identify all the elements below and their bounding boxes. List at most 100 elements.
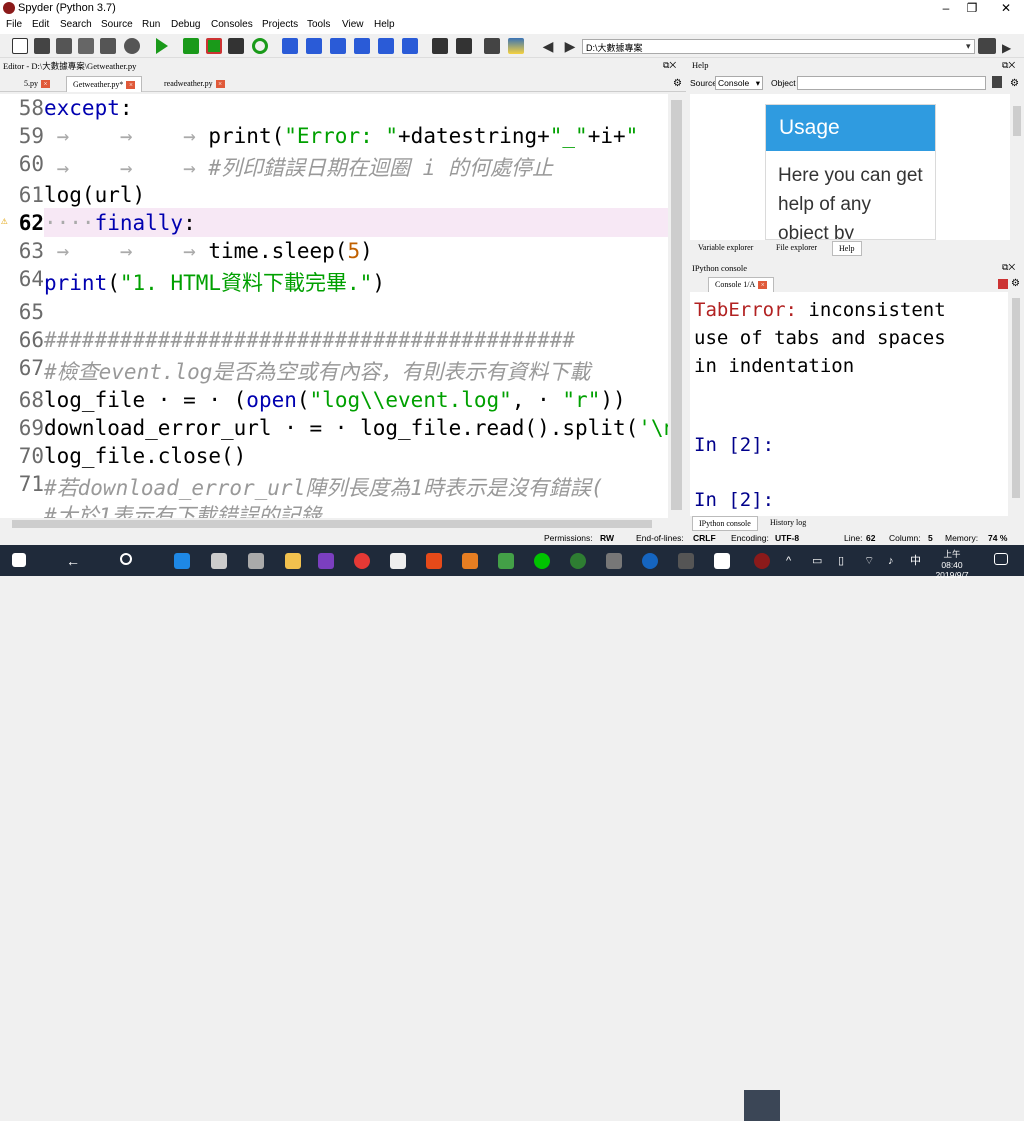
code-editor[interactable]: 58 except: 59 → → → print("Error: "+date… bbox=[0, 94, 668, 518]
open-file-icon[interactable] bbox=[34, 38, 50, 54]
source-select[interactable]: Console ▾ bbox=[715, 76, 763, 90]
tab-getweather-py[interactable]: Getweather.py* × bbox=[66, 76, 143, 92]
fullscreen-icon[interactable] bbox=[456, 38, 472, 54]
continue-icon[interactable] bbox=[378, 38, 394, 54]
undock-icon[interactable]: ⧉✕ bbox=[663, 60, 676, 71]
file-explorer-icon[interactable] bbox=[285, 553, 301, 569]
forward-arrow-icon[interactable]: ▶ bbox=[562, 38, 578, 54]
step-return-icon[interactable] bbox=[354, 38, 370, 54]
app-icon[interactable] bbox=[606, 553, 622, 569]
menu-source[interactable]: Source bbox=[101, 19, 133, 30]
tab-5-py[interactable]: 5.py × bbox=[18, 76, 56, 92]
tab-ipython-console[interactable]: IPython console bbox=[692, 516, 758, 531]
undock-icon[interactable]: ⧉✕ bbox=[1002, 262, 1015, 273]
app-icon[interactable] bbox=[678, 553, 694, 569]
menu-search[interactable]: Search bbox=[60, 19, 92, 30]
line-app-icon[interactable] bbox=[534, 553, 550, 569]
menu-projects[interactable]: Projects bbox=[262, 19, 298, 30]
store-bag-icon[interactable] bbox=[248, 553, 264, 569]
console-scrollbar[interactable] bbox=[1008, 292, 1024, 516]
working-directory-input[interactable]: D:\大數據專案 bbox=[582, 39, 975, 54]
source-label: Source bbox=[690, 78, 717, 88]
gear-icon[interactable]: ⚙ bbox=[1011, 278, 1020, 289]
menu-consoles[interactable]: Consoles bbox=[211, 19, 253, 30]
clock[interactable]: 上午 08:40 2019/9/7 bbox=[932, 548, 972, 580]
menu-tools[interactable]: Tools bbox=[307, 19, 330, 30]
debug-icon[interactable] bbox=[282, 38, 298, 54]
close-tab-icon[interactable]: × bbox=[126, 81, 136, 90]
menu-edit[interactable]: Edit bbox=[32, 19, 49, 30]
chevron-up-icon[interactable]: ^ bbox=[786, 553, 802, 569]
xampp-icon[interactable] bbox=[426, 553, 442, 569]
chevron-down-icon[interactable]: ▾ bbox=[966, 41, 971, 52]
tab-help[interactable]: Help bbox=[832, 241, 862, 256]
close-tab-icon[interactable]: × bbox=[215, 80, 225, 89]
search-icon[interactable] bbox=[120, 553, 132, 565]
menu-view[interactable]: View bbox=[342, 19, 364, 30]
back-arrow-icon[interactable]: ← bbox=[66, 553, 82, 569]
undock-icon[interactable]: ⧉✕ bbox=[1002, 60, 1015, 71]
volume-icon[interactable]: ♪ bbox=[888, 553, 904, 569]
ime-icon[interactable]: 中 bbox=[910, 553, 926, 569]
close-button[interactable]: ✕ bbox=[990, 0, 1022, 17]
tab-history-log[interactable]: History log bbox=[770, 518, 806, 527]
save-icon[interactable] bbox=[56, 38, 72, 54]
excel-icon[interactable] bbox=[498, 553, 514, 569]
close-tab-icon[interactable]: × bbox=[758, 281, 768, 290]
console-output[interactable]: TabError: inconsistent use of tabs and sp… bbox=[690, 292, 1008, 516]
gear-icon[interactable]: ⚙ bbox=[1010, 78, 1019, 89]
editor-horizontal-scrollbar[interactable] bbox=[0, 518, 668, 530]
stop-debug-icon[interactable] bbox=[402, 38, 418, 54]
help-scrollbar[interactable] bbox=[1010, 94, 1024, 240]
tab-variable-explorer[interactable]: Variable explorer bbox=[698, 243, 753, 252]
parent-dir-arrow-icon[interactable]: ▶ bbox=[1002, 41, 1011, 55]
run-cell-advance-icon[interactable] bbox=[206, 38, 222, 54]
run-icon[interactable] bbox=[156, 38, 168, 54]
tab-readweather-py[interactable]: readweather.py × bbox=[158, 76, 231, 92]
tab-file-explorer[interactable]: File explorer bbox=[776, 243, 817, 252]
back-arrow-icon[interactable]: ◀ bbox=[540, 38, 556, 54]
step-into-icon[interactable] bbox=[330, 38, 346, 54]
menu-help[interactable]: Help bbox=[374, 19, 395, 30]
network-icon[interactable]: ▭ bbox=[812, 553, 828, 569]
run-selection-icon[interactable] bbox=[228, 38, 244, 54]
wifi-icon[interactable]: ⌔ bbox=[864, 553, 880, 569]
mail-icon[interactable] bbox=[390, 553, 406, 569]
start-icon[interactable] bbox=[12, 553, 26, 567]
run-cell-icon[interactable] bbox=[183, 38, 199, 54]
spyder-icon[interactable] bbox=[754, 553, 770, 569]
python-path-icon[interactable] bbox=[508, 38, 524, 54]
menu-run[interactable]: Run bbox=[142, 19, 160, 30]
close-tab-icon[interactable]: × bbox=[41, 80, 50, 89]
step-icon[interactable] bbox=[306, 38, 322, 54]
edge-icon[interactable] bbox=[174, 553, 190, 569]
teamviewer-icon[interactable] bbox=[642, 553, 658, 569]
visual-studio-icon[interactable] bbox=[318, 553, 334, 569]
battery-icon[interactable]: ▯ bbox=[838, 553, 854, 569]
object-input[interactable] bbox=[797, 76, 986, 90]
wrench-icon[interactable] bbox=[484, 38, 500, 54]
editor-vertical-scrollbar[interactable] bbox=[668, 94, 685, 518]
browse-folder-icon[interactable] bbox=[978, 38, 996, 54]
notifications-icon[interactable] bbox=[994, 553, 1008, 565]
store-icon[interactable] bbox=[211, 553, 227, 569]
chrome-icon[interactable] bbox=[354, 553, 370, 569]
rerun-icon[interactable] bbox=[252, 38, 268, 54]
menu-debug[interactable]: Debug bbox=[171, 19, 200, 30]
app-icon[interactable] bbox=[570, 553, 586, 569]
column-label: Column: bbox=[889, 533, 921, 543]
new-file-icon[interactable] bbox=[12, 38, 28, 54]
stop-kernel-icon[interactable] bbox=[998, 279, 1008, 289]
maximize-button[interactable]: ❐ bbox=[956, 0, 988, 17]
preferences-icon[interactable] bbox=[124, 38, 140, 54]
lock-icon[interactable] bbox=[992, 76, 1002, 88]
gear-icon[interactable]: ⚙ bbox=[673, 78, 682, 89]
spyder-taskbar-active[interactable] bbox=[744, 1090, 780, 1121]
notepad-icon[interactable] bbox=[714, 553, 730, 569]
tab-console-1a[interactable]: Console 1/A × bbox=[708, 277, 775, 292]
save-all-icon[interactable] bbox=[78, 38, 94, 54]
app-icon[interactable] bbox=[462, 553, 478, 569]
menu-file[interactable]: File bbox=[6, 19, 22, 30]
file-switcher-icon[interactable] bbox=[100, 38, 116, 54]
maximize-pane-icon[interactable] bbox=[432, 38, 448, 54]
